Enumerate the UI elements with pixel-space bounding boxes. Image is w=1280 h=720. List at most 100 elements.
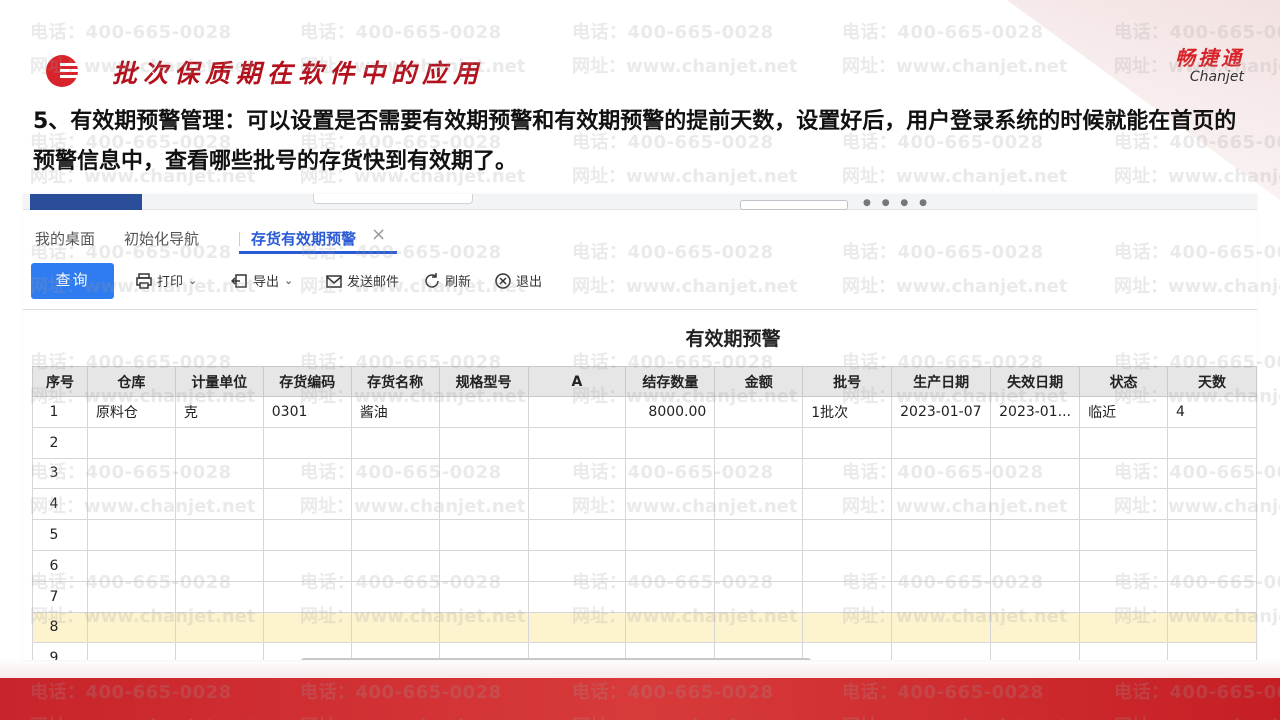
table-cell[interactable] xyxy=(802,519,893,551)
table-cell[interactable]: 4 xyxy=(1167,396,1257,428)
table-cell[interactable] xyxy=(262,488,352,521)
table-cell[interactable] xyxy=(438,611,529,644)
table-cell[interactable] xyxy=(990,549,1081,582)
table-cell[interactable] xyxy=(714,549,804,582)
column-header[interactable]: 仓库 xyxy=(86,366,176,397)
table-row[interactable]: 3 xyxy=(32,457,1257,490)
table-cell[interactable] xyxy=(527,457,627,490)
table-cell[interactable] xyxy=(990,426,1081,459)
table-cell[interactable] xyxy=(990,611,1081,644)
table-cell[interactable] xyxy=(802,488,893,521)
table-row[interactable]: 7 xyxy=(32,580,1257,613)
table-cell[interactable] xyxy=(86,642,176,660)
table-cell[interactable] xyxy=(262,549,352,582)
table-cell[interactable] xyxy=(527,396,627,428)
table-cell[interactable] xyxy=(438,580,529,613)
table-cell[interactable] xyxy=(1167,519,1257,551)
table-cell[interactable] xyxy=(438,549,529,582)
row-number-cell[interactable]: 9 xyxy=(32,642,88,660)
table-cell[interactable] xyxy=(86,611,176,644)
table-cell[interactable] xyxy=(1079,580,1169,613)
table-cell[interactable] xyxy=(990,488,1081,521)
tab-inventory-expiry-warning[interactable]: 存货有效期预警 xyxy=(251,228,356,249)
table-cell[interactable] xyxy=(1167,642,1257,660)
table-cell[interactable] xyxy=(1079,642,1169,660)
table-cell[interactable] xyxy=(714,457,804,490)
table-cell[interactable] xyxy=(802,642,893,660)
table-cell[interactable] xyxy=(262,611,352,644)
table-cell[interactable] xyxy=(990,519,1081,551)
row-number-cell[interactable]: 6 xyxy=(32,549,88,582)
row-number-cell[interactable]: 4 xyxy=(32,488,88,521)
table-cell[interactable] xyxy=(714,426,804,459)
table-cell[interactable] xyxy=(1079,426,1169,459)
column-header[interactable]: 计量单位 xyxy=(174,366,264,397)
table-cell[interactable] xyxy=(891,488,992,521)
table-cell[interactable] xyxy=(802,457,893,490)
table-cell[interactable] xyxy=(891,519,992,551)
table-cell[interactable] xyxy=(990,457,1081,490)
column-header[interactable]: 存货名称 xyxy=(350,366,440,397)
table-cell[interactable] xyxy=(262,426,352,459)
table-cell[interactable] xyxy=(438,488,529,521)
column-header[interactable]: 失效日期 xyxy=(990,366,1081,397)
table-cell[interactable] xyxy=(625,549,716,582)
table-cell[interactable] xyxy=(86,580,176,613)
table-cell[interactable] xyxy=(625,519,716,551)
table-cell[interactable] xyxy=(714,488,804,521)
table-cell[interactable] xyxy=(262,580,352,613)
table-cell[interactable] xyxy=(86,488,176,521)
table-cell[interactable] xyxy=(891,549,992,582)
table-cell[interactable] xyxy=(262,519,352,551)
table-cell[interactable] xyxy=(527,549,627,582)
table-cell[interactable] xyxy=(350,580,440,613)
table-row[interactable]: 2 xyxy=(32,426,1257,459)
table-cell[interactable] xyxy=(86,549,176,582)
column-header[interactable]: 状态 xyxy=(1079,366,1169,397)
table-cell[interactable] xyxy=(625,611,716,644)
column-header[interactable]: 生产日期 xyxy=(891,366,992,397)
table-cell[interactable] xyxy=(714,611,804,644)
table-cell[interactable]: 原料仓 xyxy=(86,396,176,428)
export-button[interactable]: 导出 ⌄ xyxy=(231,271,293,290)
table-cell[interactable]: 克 xyxy=(174,396,264,428)
table-cell[interactable] xyxy=(527,611,627,644)
tab-init-guide[interactable]: 初始化导航 xyxy=(124,228,199,249)
table-cell[interactable] xyxy=(174,642,264,660)
table-cell[interactable]: 1批次 xyxy=(802,396,893,428)
row-number-cell[interactable]: 1 xyxy=(32,396,88,428)
table-row[interactable]: 8 xyxy=(32,611,1257,644)
table-cell[interactable] xyxy=(625,580,716,613)
table-cell[interactable] xyxy=(1079,549,1169,582)
table-cell[interactable] xyxy=(1079,519,1169,551)
table-cell[interactable] xyxy=(1167,426,1257,459)
table-cell[interactable] xyxy=(438,396,529,428)
table-cell[interactable] xyxy=(891,426,992,459)
table-cell[interactable]: 2023-01-07 xyxy=(891,396,992,428)
table-cell[interactable]: 临近 xyxy=(1079,396,1169,428)
table-cell[interactable] xyxy=(625,457,716,490)
table-cell[interactable] xyxy=(438,426,529,459)
table-cell[interactable] xyxy=(174,611,264,644)
table-cell[interactable]: 0301 xyxy=(262,396,352,428)
table-cell[interactable] xyxy=(1079,488,1169,521)
table-cell[interactable] xyxy=(262,457,352,490)
table-cell[interactable] xyxy=(1079,457,1169,490)
table-cell[interactable] xyxy=(174,457,264,490)
table-row[interactable]: 1 原料仓克 0301 酱油 8000.00 1批次 2023-01-07 2023-01..… xyxy=(32,396,1257,428)
table-cell[interactable] xyxy=(714,580,804,613)
table-cell[interactable] xyxy=(350,488,440,521)
table-row[interactable]: 6 xyxy=(32,549,1257,582)
table-cell[interactable] xyxy=(350,457,440,490)
table-cell[interactable]: 8000.00 xyxy=(625,396,716,428)
refresh-button[interactable]: 刷新 xyxy=(423,271,471,290)
column-header[interactable]: 批号 xyxy=(802,366,893,397)
table-cell[interactable] xyxy=(625,426,716,459)
column-header[interactable]: 金额 xyxy=(714,366,804,397)
row-number-cell[interactable]: 7 xyxy=(32,580,88,613)
table-cell[interactable] xyxy=(1167,457,1257,490)
table-cell[interactable] xyxy=(1167,549,1257,582)
table-cell[interactable] xyxy=(802,549,893,582)
table-cell[interactable]: 酱油 xyxy=(350,396,440,428)
table-cell[interactable] xyxy=(990,642,1081,660)
